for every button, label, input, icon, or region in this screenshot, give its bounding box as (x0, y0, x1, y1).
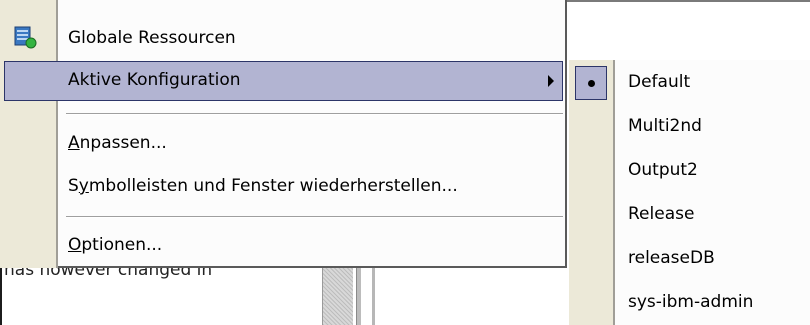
background-splitter[interactable] (356, 268, 361, 325)
menu-item-label: Symbolleisten und Fenster wiederherstell… (68, 176, 458, 196)
submenu-item-sys-ibm-admin[interactable]: sys-ibm-admin (628, 292, 753, 312)
accelerator-key: A (68, 133, 80, 153)
accelerator-key: O (68, 235, 82, 255)
menu-item-label: Anpassen... (68, 133, 167, 153)
radio-bullet-icon (588, 80, 595, 87)
submenu-item-output2[interactable]: Output2 (628, 160, 698, 180)
menu-item-restore-toolbars[interactable]: Symbolleisten und Fenster wiederherstell… (4, 167, 563, 207)
menu-separator-highlight (66, 114, 563, 115)
accelerator-key: y (78, 176, 89, 196)
background-scrollbar[interactable] (322, 268, 353, 325)
menu-item-active-configuration[interactable]: Aktive Konfiguration (4, 61, 563, 101)
submenu-item-default[interactable]: Default (628, 72, 690, 92)
menu-item-customize[interactable]: Anpassen... (4, 124, 563, 164)
label-text: mbolleisten und Fenster wiederherstellen… (88, 176, 458, 196)
menu-item-label: Optionen... (68, 235, 162, 255)
submenu-item-releasedb[interactable]: releaseDB (628, 248, 715, 268)
menu-separator-highlight (66, 217, 563, 218)
background-pane-divider (372, 268, 375, 325)
label-text: ptionen... (81, 235, 163, 255)
selected-indicator (575, 66, 607, 100)
submenu-gutter-edge (613, 60, 615, 325)
submenu-arrow-icon (548, 75, 554, 87)
submenu-item-multi2nd[interactable]: Multi2nd (628, 116, 702, 136)
background-window-border (0, 268, 2, 325)
menu-item-label: Globale Ressourcen (68, 28, 236, 48)
label-text: npassen... (79, 133, 167, 153)
label-text: S (68, 176, 79, 196)
submenu-item-release[interactable]: Release (628, 204, 694, 224)
menu-item-label: Aktive Konfiguration (68, 70, 241, 90)
menu-item-options[interactable]: Optionen... (4, 226, 563, 266)
menu-item-global-resources[interactable]: Globale Ressourcen (4, 19, 563, 59)
background-window-panel (567, 2, 810, 69)
